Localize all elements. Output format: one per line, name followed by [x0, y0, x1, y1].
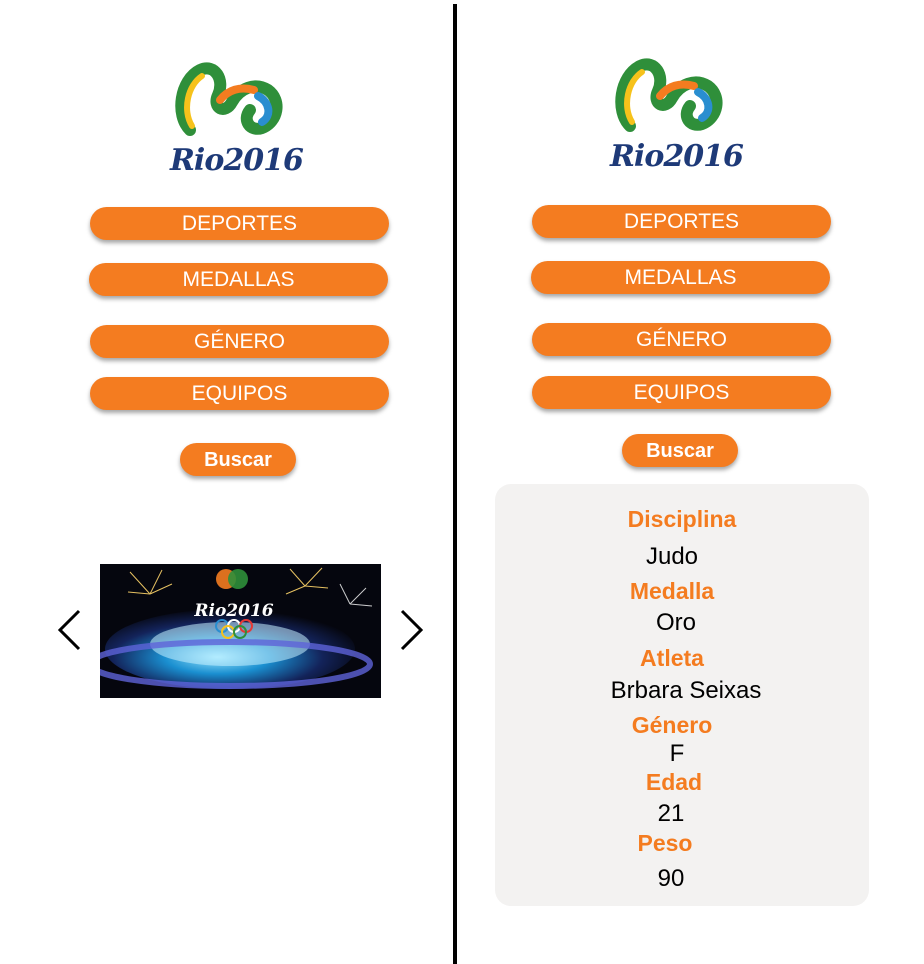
- menu-button-deportes[interactable]: DEPORTES: [532, 205, 831, 238]
- menu-button-equipos[interactable]: EQUIPOS: [90, 377, 389, 410]
- rio2016-emblem-icon: [175, 62, 283, 136]
- athlete-label: Atleta: [640, 645, 704, 671]
- carousel-image: Rio2016: [100, 564, 381, 698]
- menu-button-equipos[interactable]: EQUIPOS: [532, 376, 831, 409]
- discipline-label: Disciplina: [627, 506, 737, 532]
- chevron-right-icon: [400, 609, 424, 651]
- menu-button-genero[interactable]: GÉNERO: [532, 323, 831, 356]
- menu-button-medallas[interactable]: MEDALLAS: [89, 263, 388, 296]
- photo-wordmark: Rio2016: [193, 601, 273, 621]
- medal-label: Medalla: [629, 578, 715, 604]
- age-label: Edad: [645, 769, 703, 795]
- menu-button-deportes[interactable]: DEPORTES: [90, 207, 389, 240]
- gender-value: F: [669, 740, 685, 767]
- medal-value: Oro: [655, 609, 696, 636]
- rio2016-logo: Rio2016: [610, 56, 744, 181]
- carousel-prev-button[interactable]: [55, 607, 85, 653]
- stadium-photo: Rio2016: [100, 564, 381, 698]
- search-button[interactable]: Buscar: [180, 443, 296, 476]
- age-value: 21: [657, 800, 685, 827]
- menu-button-genero[interactable]: GÉNERO: [90, 325, 389, 358]
- weight-label: Peso: [637, 830, 693, 856]
- carousel-next-button[interactable]: [396, 607, 426, 653]
- rio2016-emblem-icon: [615, 58, 723, 132]
- logo-wordmark: Rio2016: [170, 143, 304, 178]
- athlete-value: Brbara Seixas: [610, 677, 762, 704]
- result-card: Disciplina Judo Medalla Oro Atleta Brbar…: [495, 484, 869, 906]
- logo-wordmark: Rio2016: [610, 139, 744, 174]
- rio2016-logo: Rio2016: [170, 60, 304, 185]
- discipline-value: Judo: [645, 543, 699, 570]
- search-button[interactable]: Buscar: [622, 434, 738, 467]
- panel-divider: [453, 4, 457, 964]
- chevron-left-icon: [57, 609, 81, 651]
- weight-value: 90: [657, 865, 685, 892]
- gender-label: Género: [631, 712, 713, 738]
- menu-button-medallas[interactable]: MEDALLAS: [531, 261, 830, 294]
